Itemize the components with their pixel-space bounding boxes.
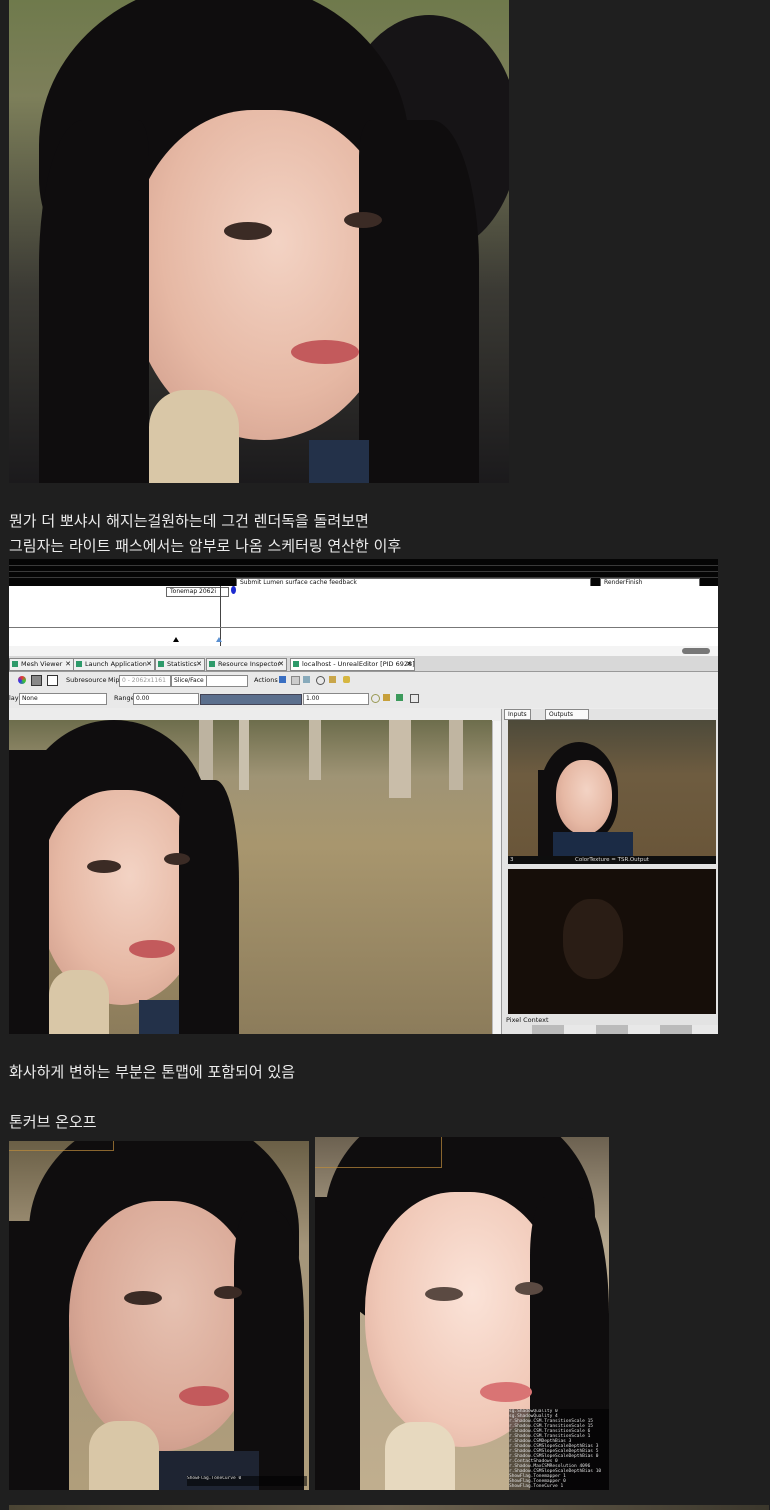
timeline-area[interactable] [9,586,718,646]
preview-scrollbar[interactable] [492,721,501,1034]
save-icon[interactable] [279,676,286,683]
texture-toolbar: Subresource Mip 0 - 2062x1161 Slice/Face… [9,672,718,690]
tab-launch-application[interactable]: Launch Application ✕ [73,658,155,671]
tab-outputs[interactable]: Outputs [545,709,589,720]
caption-tonemap: 화사하게 변하는 부분은 톤맵에 포함되어 있음 [9,1063,296,1081]
mip-select[interactable]: 0 - 2062x1161 [119,675,171,687]
close-icon[interactable]: ✕ [278,659,284,670]
histogram-icon[interactable] [410,694,419,703]
tab-icon [293,661,299,667]
portrait-photo-top [9,0,509,483]
caption-line-2: 그림자는 라이트 패스에서는 암부로 나옴 스케터링 연산한 이후 [9,537,402,555]
console-text-right: sg.ShadowQuality 0 sg.ShadowQuality 4 r.… [509,1409,609,1490]
actions-label: Actions [254,676,278,684]
timeline-scrollbar[interactable] [682,648,710,654]
zoom-fit-icon[interactable] [371,694,380,703]
console-text-left: ShowFlag.ToneCurve 0 [187,1476,307,1486]
pixel-context-label: Pixel Context [506,1016,549,1024]
thumbnail-output[interactable] [508,720,716,856]
tab-icon [209,661,215,667]
channel-gray-button[interactable] [31,675,42,686]
close-icon[interactable]: ✕ [65,659,71,670]
next-image-edge [9,1505,769,1510]
event-lumen-label: Submit Lumen surface cache feedback [240,579,357,586]
auto-fit-icon[interactable] [383,694,390,701]
thumbnail-label-1: 3 ColorTexture = TSR.Output [508,856,716,864]
range-slider[interactable] [200,694,302,705]
texture-preview[interactable] [9,720,492,1034]
thumbnail-name: ColorTexture = TSR.Output [575,857,649,863]
debug-overlay-box [315,1137,442,1168]
tab-bar: Mesh Viewer ✕ Launch Application ✕ Statist… [9,656,718,672]
slice-dropdown[interactable] [206,675,248,687]
range-max-input[interactable]: 1.00 [303,693,369,705]
subresource-label: Subresource [66,676,107,684]
range-toolbar: lay None Range 0.00 1.00 [9,690,718,708]
thumbnail-panel: Inputs Outputs 3 ColorTexture = TSR.Outp… [501,709,718,1034]
tab-texture-viewer[interactable]: localhost - UnrealEditor [PID 6928] ✕ [290,658,415,671]
tab-statistics[interactable]: Statistics ✕ [155,658,205,671]
debug-overlay-box [9,1141,114,1151]
tab-icon [76,661,82,667]
tab-icon [12,661,18,667]
range-min-input[interactable]: 0.00 [133,693,199,705]
tonecurve-on-photo: sg.ShadowQuality 0 sg.ShadowQuality 4 r.… [315,1137,609,1490]
caption-tonecurve: 톤커브 온오프 [9,1113,97,1131]
tab-resource-inspector[interactable]: Resource Inspector ✕ [206,658,287,671]
reset-icon[interactable] [396,694,403,701]
tab-inputs[interactable]: Inputs [504,709,531,720]
range-label: Range [114,694,135,702]
slice-select[interactable]: Slice/Face [171,675,209,687]
thumbnail-input-dark[interactable] [508,869,716,1014]
settings-icon[interactable] [343,676,350,683]
timeline-marker-icon [231,586,236,594]
overlay-select[interactable]: None [19,693,107,705]
overlay-label: lay [9,694,19,702]
channel-colors-icon[interactable] [18,676,26,684]
caption-line-1: 뭔가 더 뽀샤시 해지는걸원하는데 그건 렌더독을 돌려보면 [9,512,369,530]
channel-info-button[interactable] [47,675,58,686]
copy-icon[interactable] [291,676,300,685]
zoom-icon[interactable] [316,676,325,685]
close-icon[interactable]: ✕ [406,659,412,670]
close-icon[interactable]: ✕ [196,659,202,670]
tonecurve-off-photo: ShowFlag.ToneCurve 0 [9,1141,309,1490]
close-icon[interactable]: ✕ [146,659,152,670]
tab-mesh-viewer[interactable]: Mesh Viewer ✕ [9,658,74,671]
thumbnail-id: 3 [510,857,514,863]
event-marker-icon [173,637,179,642]
mip-label: Mip [108,676,120,684]
renderdoc-window: Submit Lumen surface cache feedback Rend… [9,559,718,1034]
current-event-marker-icon [216,637,222,642]
pick-icon[interactable] [329,676,336,683]
pixel-context-strip [532,1025,718,1034]
view-icon[interactable] [303,676,310,683]
tab-icon [158,661,164,667]
